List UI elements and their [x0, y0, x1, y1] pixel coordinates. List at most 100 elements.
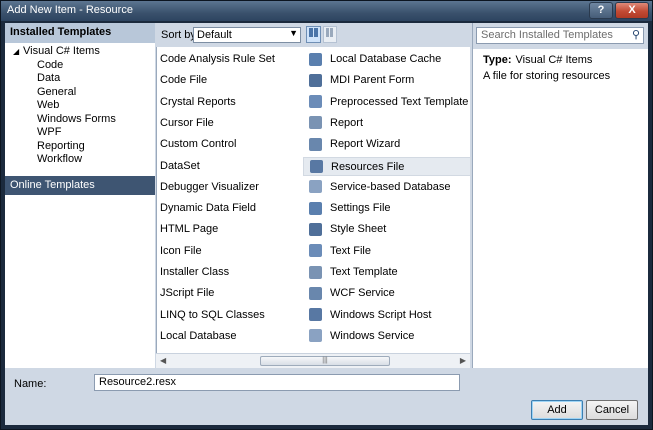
- template-item-windows-service[interactable]: Windows Service: [303, 327, 471, 346]
- name-field[interactable]: Resource2.resx: [94, 374, 460, 391]
- scroll-right-icon[interactable]: ▶: [460, 356, 466, 365]
- small-icons-view-button[interactable]: [323, 26, 337, 43]
- template-item-label: Style Sheet: [330, 223, 387, 236]
- template-item-code-analysis-rule-set[interactable]: Code Analysis Rule Set: [160, 50, 306, 69]
- template-item-resources-file[interactable]: Resources File: [303, 156, 471, 176]
- template-item-html-page[interactable]: HTML Page: [160, 220, 306, 239]
- type-label: Type:: [483, 54, 512, 66]
- template-item-text-file[interactable]: Text File: [303, 242, 471, 261]
- template-item-preprocessed-text-template[interactable]: Preprocessed Text Template: [303, 93, 471, 112]
- template-item-label: Cursor File: [160, 116, 214, 129]
- template-item-code-file[interactable]: Code File: [160, 71, 306, 90]
- template-file-icon: [309, 52, 322, 66]
- search-placeholder: Search Installed Templates: [481, 29, 613, 41]
- template-item-label: Local Database: [160, 329, 237, 342]
- template-item-label: Windows Script Host: [330, 308, 432, 321]
- online-templates-item[interactable]: Online Templates: [5, 176, 155, 195]
- template-item-label: Report Wizard: [330, 138, 401, 151]
- template-item-label: Code File: [160, 74, 208, 87]
- template-item-custom-control[interactable]: Custom Control: [160, 135, 306, 154]
- close-button[interactable]: X: [615, 2, 649, 19]
- medium-icons-view-icon: [309, 28, 318, 37]
- scroll-left-icon[interactable]: ◀: [160, 356, 166, 365]
- cancel-button[interactable]: Cancel: [586, 400, 638, 420]
- horizontal-scrollbar[interactable]: ◀ ||| ▶: [156, 353, 470, 368]
- template-item-icon-file[interactable]: Icon File: [160, 242, 306, 261]
- sort-by-value: Default: [197, 29, 232, 41]
- template-file-icon: [309, 329, 322, 343]
- help-button[interactable]: ?: [589, 2, 613, 19]
- tree-item-general[interactable]: General: [5, 86, 155, 100]
- tree-item-workflow[interactable]: Workflow: [5, 153, 155, 167]
- template-item-label: Dynamic Data Field: [160, 202, 256, 215]
- template-file-icon: [309, 137, 322, 151]
- sort-by-select[interactable]: Default ▼: [193, 27, 301, 43]
- medium-icons-view-button[interactable]: [306, 26, 321, 43]
- template-item-label: Icon File: [160, 244, 202, 257]
- template-item-wcf-service[interactable]: WCF Service: [303, 284, 471, 303]
- template-item-report[interactable]: Report: [303, 114, 471, 133]
- template-description: A file for storing resources: [483, 70, 611, 82]
- title-bar[interactable]: Add New Item - Resource ? X: [1, 1, 652, 21]
- tree-item-reporting[interactable]: Reporting: [5, 140, 155, 154]
- template-item-jscript-file[interactable]: JScript File: [160, 284, 306, 303]
- template-item-label: MDI Parent Form: [330, 74, 415, 87]
- template-list: Code Analysis Rule Set Code File Crystal R…: [156, 47, 471, 353]
- template-item-text-template[interactable]: Text Template: [303, 263, 471, 282]
- tree-item-windows-forms[interactable]: Windows Forms: [5, 113, 155, 127]
- template-item-label: Debugger Visualizer: [160, 180, 259, 193]
- add-button[interactable]: Add: [531, 400, 583, 420]
- template-item-label: Text File: [330, 244, 371, 257]
- template-file-icon: [309, 95, 322, 109]
- add-new-item-dialog: Add New Item - Resource ? X Installed Te…: [0, 0, 653, 430]
- template-item-installer-class[interactable]: Installer Class: [160, 263, 306, 282]
- tree-item-code[interactable]: Code: [5, 59, 155, 73]
- expand-arrow-icon[interactable]: ◢: [13, 45, 23, 59]
- template-item-label: HTML Page: [160, 223, 219, 236]
- window-title: Add New Item - Resource: [7, 4, 133, 16]
- template-item-label: DataSet: [160, 159, 200, 172]
- template-file-icon: [310, 160, 323, 174]
- tree-item-wpf[interactable]: WPF: [5, 126, 155, 140]
- template-item-settings-file[interactable]: Settings File: [303, 199, 471, 218]
- search-bar: Search Installed Templates ⚲: [473, 23, 648, 49]
- template-item-windows-script-host[interactable]: Windows Script Host: [303, 306, 471, 325]
- template-item-report-wizard[interactable]: Report Wizard: [303, 135, 471, 154]
- tree-item-web[interactable]: Web: [5, 99, 155, 113]
- template-item-cursor-file[interactable]: Cursor File: [160, 114, 306, 133]
- template-item-crystal-reports[interactable]: Crystal Reports: [160, 93, 306, 112]
- tree-item-data[interactable]: Data: [5, 72, 155, 86]
- template-item-local-database[interactable]: Local Database: [160, 327, 306, 346]
- tree-item-label: Visual C# Items: [23, 45, 100, 57]
- template-item-linq-to-sql-classes[interactable]: LINQ to SQL Classes: [160, 306, 306, 325]
- tree-item-visual-csharp-items[interactable]: ◢ Visual C# Items: [5, 45, 155, 59]
- installed-templates-header[interactable]: Installed Templates: [5, 23, 155, 43]
- template-details-pane: Search Installed Templates ⚲ Type: Visual…: [472, 23, 648, 368]
- template-file-icon: [309, 201, 322, 215]
- template-file-icon: [309, 222, 322, 236]
- template-item-label: Resources File: [331, 160, 405, 173]
- small-icons-view-icon: [326, 28, 333, 37]
- template-file-icon: [309, 286, 322, 300]
- template-item-mdi-parent-form[interactable]: MDI Parent Form: [303, 71, 471, 90]
- template-item-debugger-visualizer[interactable]: Debugger Visualizer: [160, 178, 306, 197]
- template-item-label: WCF Service: [330, 287, 395, 300]
- template-item-dynamic-data-field[interactable]: Dynamic Data Field: [160, 199, 306, 218]
- type-value: Visual C# Items: [515, 54, 593, 66]
- template-item-label: Settings File: [330, 202, 391, 215]
- template-item-local-database-cache[interactable]: Local Database Cache: [303, 50, 471, 69]
- template-item-label: Installer Class: [160, 266, 230, 278]
- template-item-label: Local Database Cache: [330, 53, 442, 65]
- template-file-icon: [309, 180, 322, 194]
- scroll-thumb[interactable]: |||: [260, 356, 390, 366]
- name-label: Name:: [14, 378, 47, 390]
- template-item-label: Code Analysis Rule Set: [160, 53, 275, 65]
- dropdown-arrow-icon[interactable]: ▼: [289, 28, 298, 38]
- search-input[interactable]: Search Installed Templates ⚲: [476, 27, 644, 44]
- template-item-dataset[interactable]: DataSet: [160, 157, 306, 176]
- search-icon[interactable]: ⚲: [632, 28, 640, 41]
- template-item-service-based-database[interactable]: Service-based Database: [303, 178, 471, 197]
- template-item-style-sheet[interactable]: Style Sheet: [303, 220, 471, 239]
- template-item-label: Custom Control: [160, 138, 237, 151]
- template-categories-pane: Installed Templates ◢ Visual C# Items Cod…: [5, 23, 155, 368]
